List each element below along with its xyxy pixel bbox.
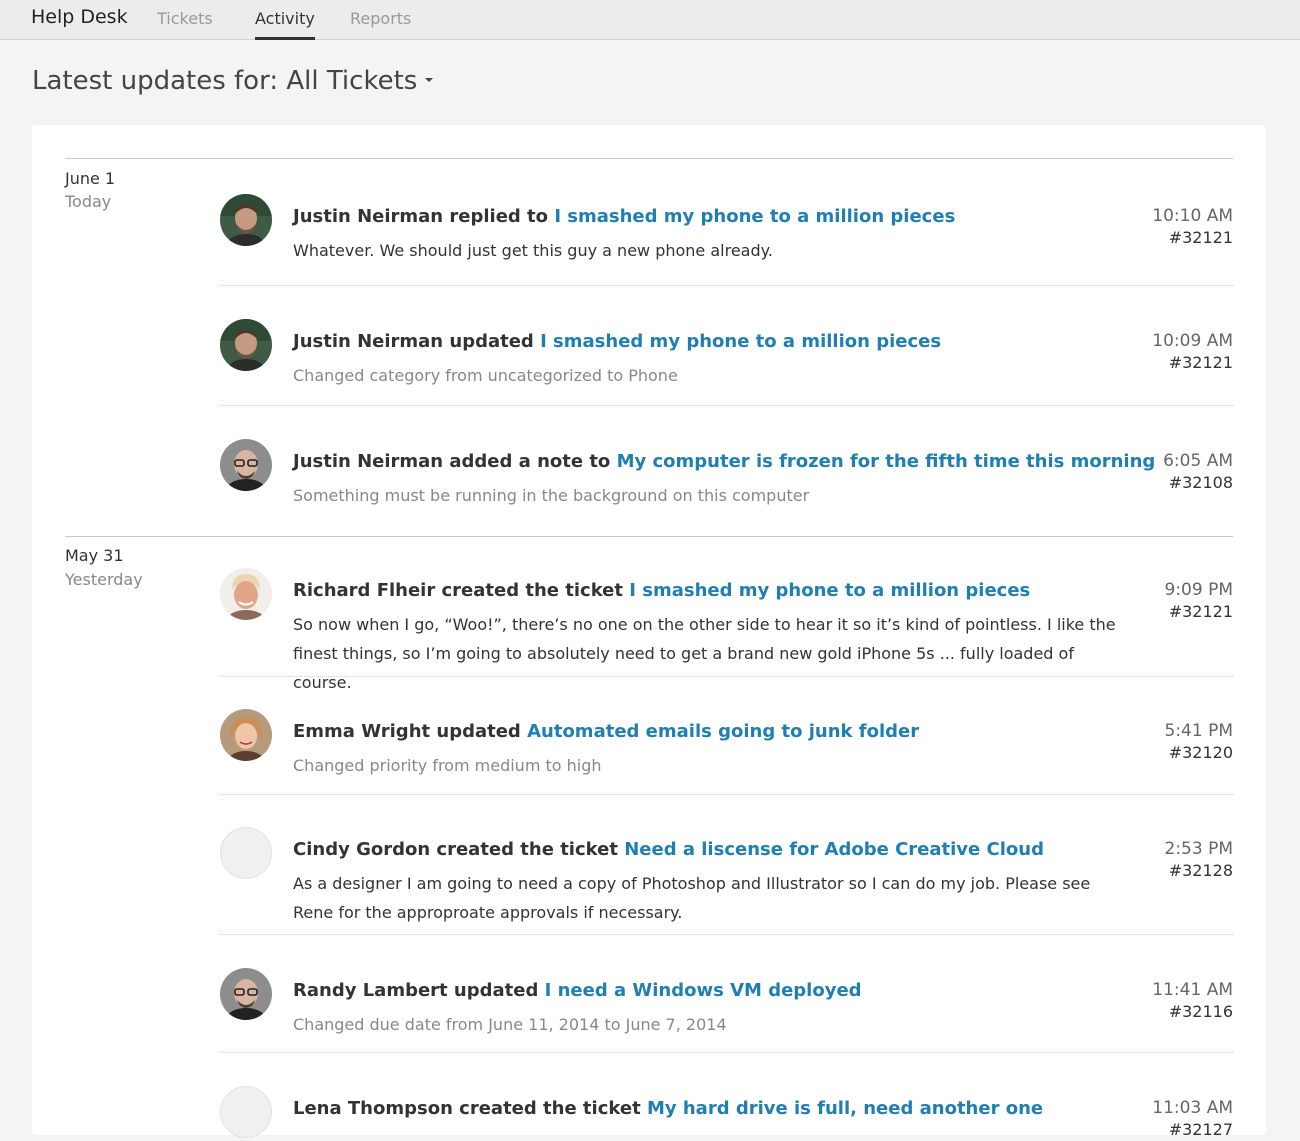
entry-actor-action: Lena Thompson created the ticket xyxy=(293,1098,641,1119)
entry-title: Justin Neirman updated I smashed my phon… xyxy=(293,331,1143,352)
entry-time: 2:53 PM xyxy=(1164,839,1234,859)
ticket-link[interactable]: My computer is frozen for the fifth time… xyxy=(617,451,1156,472)
entry-meta: 11:41 AM #32116 xyxy=(1152,979,1233,1023)
avatar[interactable] xyxy=(220,709,272,761)
entry-meta: 10:09 AM #32121 xyxy=(1152,330,1233,374)
group-divider xyxy=(65,536,1233,537)
entry-body: As a designer I am going to need a copy … xyxy=(293,874,1091,922)
man-beard-avatar-icon xyxy=(220,194,272,246)
entry-body: Changed priority from medium to high xyxy=(293,756,602,775)
avatar-placeholder[interactable] xyxy=(220,827,272,879)
entry-meta: 11:03 AM #32127 xyxy=(1152,1097,1233,1141)
group-date: June 1 xyxy=(65,169,116,188)
entry-title: Randy Lambert updated I need a Windows V… xyxy=(293,980,1143,1001)
avatar[interactable] xyxy=(220,568,272,620)
ticket-id[interactable]: #32128 xyxy=(1165,860,1233,882)
entry-meta: 5:41 PM #32120 xyxy=(1165,720,1234,764)
ticket-link[interactable]: Need a liscense for Adobe Creative Cloud xyxy=(624,839,1044,860)
entry-divider xyxy=(220,676,1233,677)
entry-body: So now when I go, “Woo!”, there’s no one… xyxy=(293,615,1116,692)
entry-body: Something must be running in the backgro… xyxy=(293,486,810,505)
entry-time: 11:03 AM xyxy=(1152,1098,1233,1118)
ticket-link[interactable]: My hard drive is full, need another one xyxy=(647,1098,1043,1119)
entry-title: Justin Neirman added a note to My comput… xyxy=(293,451,1155,472)
entry-body: Changed category from uncategorized to P… xyxy=(293,366,678,385)
man-beard-avatar-icon xyxy=(220,319,272,371)
entry-actor-action: Cindy Gordon created the ticket xyxy=(293,839,618,860)
entry-meta: 10:10 AM #32121 xyxy=(1152,205,1233,249)
top-navigation: Help Desk Tickets Activity Reports xyxy=(0,0,1300,40)
app-brand[interactable]: Help Desk xyxy=(31,6,128,28)
man-glasses-avatar-icon xyxy=(220,968,272,1020)
group-relative-date: Today xyxy=(65,192,112,211)
ticket-id[interactable]: #32120 xyxy=(1165,742,1233,764)
man-blond-avatar-icon xyxy=(220,568,272,620)
activity-entry: Richard Flheir created the ticket I smas… xyxy=(220,568,1234,692)
entry-time: 10:10 AM xyxy=(1152,206,1233,226)
entry-title: Richard Flheir created the ticket I smas… xyxy=(293,580,1143,601)
activity-entry: Justin Neirman updated I smashed my phon… xyxy=(220,319,1233,409)
entry-actor-action: Justin Neirman added a note to xyxy=(293,451,611,472)
entry-actor-action: Emma Wright updated xyxy=(293,721,521,742)
activity-entry: Lena Thompson created the ticket My hard… xyxy=(220,1086,1233,1139)
entry-actor-action: Justin Neirman updated xyxy=(293,331,534,352)
entry-divider xyxy=(220,794,1233,795)
ticket-id[interactable]: #32121 xyxy=(1152,352,1233,374)
entry-divider xyxy=(220,934,1233,935)
entry-title: Lena Thompson created the ticket My hard… xyxy=(293,1098,1143,1119)
page-title-text: Latest updates for: All Tickets xyxy=(32,66,418,96)
activity-entry: Randy Lambert updated I need a Windows V… xyxy=(220,968,1233,1058)
entry-time: 9:09 PM xyxy=(1164,580,1234,600)
tab-activity[interactable]: Activity xyxy=(255,9,315,40)
entry-meta: 9:09 PM #32121 xyxy=(1165,579,1234,623)
entry-divider xyxy=(220,1052,1233,1053)
activity-entry: Emma Wright updated Automated emails goi… xyxy=(220,709,1233,799)
entry-time: 10:09 AM xyxy=(1152,331,1233,351)
ticket-id[interactable]: #32108 xyxy=(1163,472,1233,494)
avatar[interactable] xyxy=(220,968,272,1020)
woman-avatar-icon xyxy=(220,709,272,761)
ticket-link[interactable]: I smashed my phone to a million pieces xyxy=(540,331,941,352)
activity-feed: June 1 Today Justin Neirman replied to I… xyxy=(32,125,1266,1139)
avatar[interactable] xyxy=(220,319,272,371)
entry-actor-action: Randy Lambert updated xyxy=(293,980,539,1001)
ticket-link[interactable]: I smashed my phone to a million pieces xyxy=(629,580,1030,601)
entry-title: Justin Neirman replied to I smashed my p… xyxy=(293,206,1143,227)
ticket-link[interactable]: I smashed my phone to a million pieces xyxy=(554,206,955,227)
chevron-down-icon[interactable] xyxy=(425,77,434,82)
ticket-link[interactable]: Automated emails going to junk folder xyxy=(527,721,919,742)
activity-entry: Justin Neirman added a note to My comput… xyxy=(220,439,1233,529)
avatar-placeholder[interactable] xyxy=(220,1086,272,1138)
entry-actor-action: Justin Neirman replied to xyxy=(293,206,549,227)
entry-divider xyxy=(220,285,1233,286)
entry-title: Emma Wright updated Automated emails goi… xyxy=(293,721,1143,742)
avatar[interactable] xyxy=(220,194,272,246)
tab-tickets[interactable]: Tickets xyxy=(157,9,213,28)
ticket-id[interactable]: #32127 xyxy=(1152,1119,1233,1141)
entry-meta: 2:53 PM #32128 xyxy=(1165,838,1234,882)
avatar[interactable] xyxy=(220,439,272,491)
entry-body: Changed due date from June 11, 2014 to J… xyxy=(293,1015,727,1034)
ticket-id[interactable]: #32116 xyxy=(1152,1001,1233,1023)
ticket-link[interactable]: I need a Windows VM deployed xyxy=(545,980,862,1001)
entry-title: Cindy Gordon created the ticket Need a l… xyxy=(293,839,1143,860)
entry-meta: 6:05 AM #32108 xyxy=(1163,450,1233,494)
entry-actor-action: Richard Flheir created the ticket xyxy=(293,580,623,601)
ticket-id[interactable]: #32121 xyxy=(1152,227,1233,249)
ticket-id[interactable]: #32121 xyxy=(1165,601,1233,623)
entry-time: 5:41 PM xyxy=(1164,721,1234,741)
man-glasses-avatar-icon xyxy=(220,439,272,491)
tab-reports[interactable]: Reports xyxy=(350,9,411,28)
entry-time: 6:05 AM xyxy=(1163,451,1233,471)
entry-body: Whatever. We should just get this guy a … xyxy=(293,241,773,260)
activity-entry: Justin Neirman replied to I smashed my p… xyxy=(220,194,1233,284)
entry-divider xyxy=(220,405,1233,406)
page-title[interactable]: Latest updates for: All Tickets xyxy=(32,66,434,96)
activity-entry: Cindy Gordon created the ticket Need a l… xyxy=(220,827,1233,937)
group-relative-date: Yesterday xyxy=(65,570,143,589)
entry-time: 11:41 AM xyxy=(1152,980,1233,1000)
group-divider xyxy=(65,158,1233,159)
group-date: May 31 xyxy=(65,546,124,565)
